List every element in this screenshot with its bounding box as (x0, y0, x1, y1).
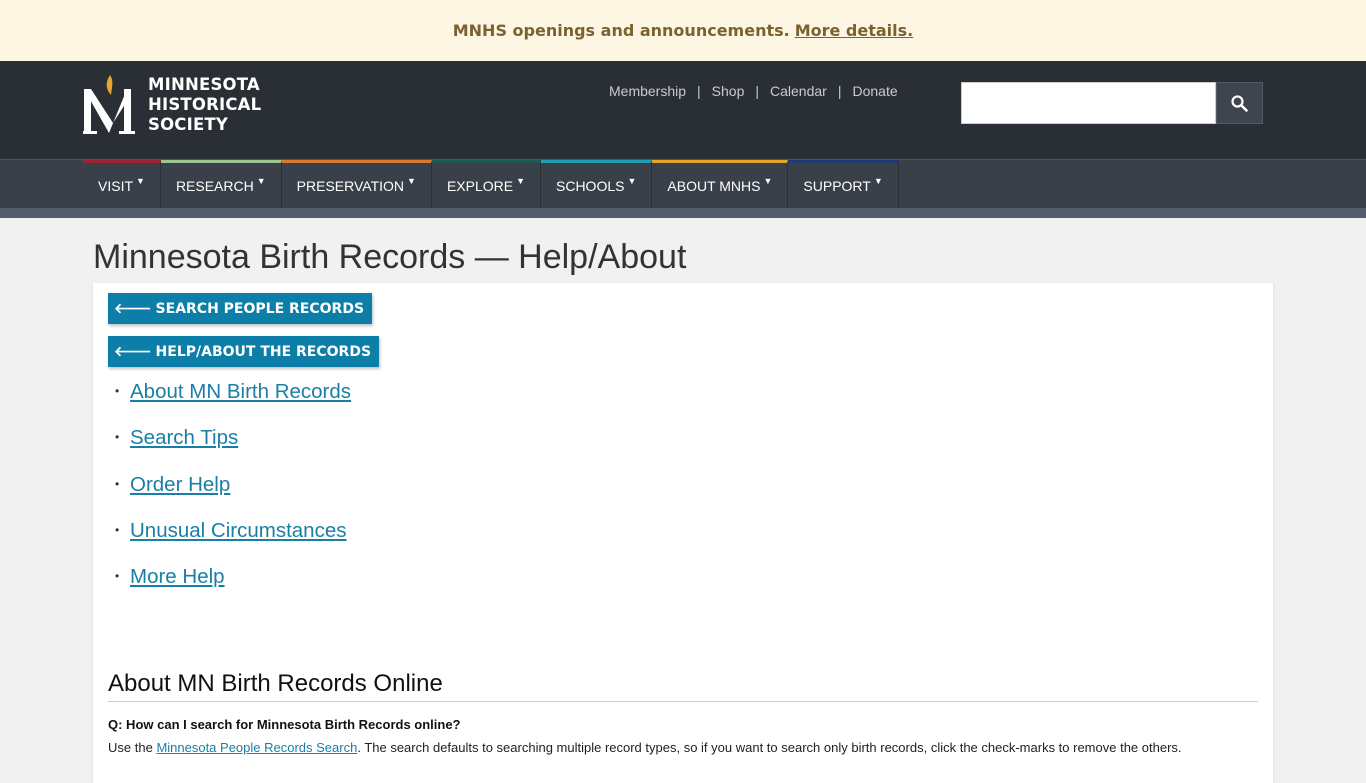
link-about-mn-birth-records[interactable]: About MN Birth Records (130, 380, 351, 404)
site-search (961, 82, 1263, 124)
nav-item-support[interactable]: SUPPORT ▼ (788, 160, 899, 208)
nav-item-research[interactable]: RESEARCH ▼ (160, 160, 282, 208)
nav-label: ABOUT MNHS (667, 177, 761, 194)
nav-label: EXPLORE (446, 177, 514, 194)
nav-bottom-strip (0, 208, 1366, 218)
nav-label: SCHOOLS (556, 177, 625, 194)
link-more-help[interactable]: More Help (130, 565, 225, 589)
caret-down-icon: ▼ (873, 175, 883, 186)
bullet: • (115, 384, 120, 398)
caret-down-icon: ▼ (136, 175, 145, 186)
separator: | (697, 83, 701, 99)
logo-line-1: MINNESOTA (148, 75, 260, 94)
bullet: • (115, 569, 120, 584)
faq-answer: Use the Minnesota People Records Search.… (108, 738, 1238, 757)
nav-label: SUPPORT (803, 177, 871, 194)
page-title: Minnesota Birth Records — Help/About (93, 238, 687, 276)
nav-label: PRESERVATION (296, 177, 405, 194)
content-card: 🡐 SEARCH PEOPLE RECORDS 🡐 HELP/ABOUT THE… (93, 283, 1273, 783)
link-search-tips[interactable]: Search Tips (130, 426, 238, 450)
nav-item-about-mnhs[interactable]: ABOUT MNHS ▼ (652, 160, 789, 208)
mnhs-logo[interactable]: MINNESOTA HISTORICAL SOCIETY (83, 73, 261, 137)
section-divider (108, 701, 1258, 702)
separator: | (755, 83, 760, 99)
caret-down-icon: ▼ (627, 175, 637, 186)
answer-prefix: Use the (108, 740, 153, 755)
list-item: • More Help (115, 565, 351, 611)
nav-item-preservation[interactable]: PRESERVATION ▼ (281, 160, 432, 208)
faq-question: Q: How can I search for Minnesota Birth … (108, 717, 461, 732)
help-topics-list: • About MN Birth Records • Search Tips • Or… (115, 380, 351, 611)
logo-text: MINNESOTA HISTORICAL SOCIETY (148, 75, 261, 135)
list-item: • Unusual Circumstances (115, 519, 351, 565)
list-item: • Order Help (115, 473, 351, 519)
link-order-help[interactable]: Order Help (130, 473, 230, 497)
arrow-left-icon: 🡐 (114, 344, 152, 360)
people-records-search-link[interactable]: Minnesota People Records Search (156, 740, 357, 755)
caret-down-icon: ▼ (516, 175, 525, 186)
separator: | (837, 83, 842, 99)
nav-item-visit[interactable]: VISIT ▼ (83, 160, 161, 208)
nav-item-schools[interactable]: SCHOOLS ▼ (541, 160, 653, 208)
logo-mark-icon (83, 75, 135, 134)
announcement-more-details-link[interactable]: More details. (795, 21, 914, 40)
logo-line-3: SOCIETY (148, 115, 229, 134)
main-nav: VISIT ▼ RESEARCH ▼ PRESERVATION ▼ EXPLORE ▼ … (0, 159, 1366, 208)
arrow-left-icon: 🡐 (114, 301, 152, 317)
caret-down-icon: ▼ (256, 175, 266, 186)
nav-label: VISIT (98, 177, 134, 194)
bullet: • (115, 476, 120, 491)
announcement-text: MNHS openings and announcements. (452, 21, 790, 40)
search-icon (1231, 94, 1248, 112)
caret-down-icon: ▼ (407, 175, 416, 186)
link-unusual-circumstances[interactable]: Unusual Circumstances (130, 519, 346, 543)
search-button[interactable] (1216, 82, 1263, 124)
bullet: • (115, 522, 120, 537)
search-people-records-button[interactable]: 🡐 SEARCH PEOPLE RECORDS (108, 293, 373, 324)
answer-suffix: . The search defaults to searching multi… (357, 740, 1182, 755)
util-link-donate[interactable]: Donate (852, 83, 897, 99)
util-link-membership[interactable]: Membership (609, 83, 686, 99)
utility-links: Membership | Shop | Calendar | Donate (609, 83, 898, 99)
list-item: • About MN Birth Records (115, 380, 351, 426)
nav-item-explore[interactable]: EXPLORE ▼ (431, 160, 541, 208)
site-header: MINNESOTA HISTORICAL SOCIETY Membership … (0, 61, 1366, 159)
util-link-calendar[interactable]: Calendar (770, 83, 827, 99)
caret-down-icon: ▼ (763, 175, 773, 186)
button-label: SEARCH PEOPLE RECORDS (155, 300, 365, 317)
button-label: HELP/ABOUT THE RECORDS (155, 343, 372, 360)
help-about-records-button[interactable]: 🡐 HELP/ABOUT THE RECORDS (108, 336, 380, 367)
bullet: • (115, 430, 120, 445)
search-input[interactable] (961, 82, 1216, 124)
section-title: About MN Birth Records Online (108, 670, 443, 697)
util-link-shop[interactable]: Shop (712, 83, 745, 99)
list-item: • Search Tips (115, 426, 351, 472)
announcement-bar: MNHS openings and announcements. More de… (0, 0, 1366, 61)
logo-line-2: HISTORICAL (148, 95, 262, 114)
nav-label: RESEARCH (175, 177, 254, 194)
